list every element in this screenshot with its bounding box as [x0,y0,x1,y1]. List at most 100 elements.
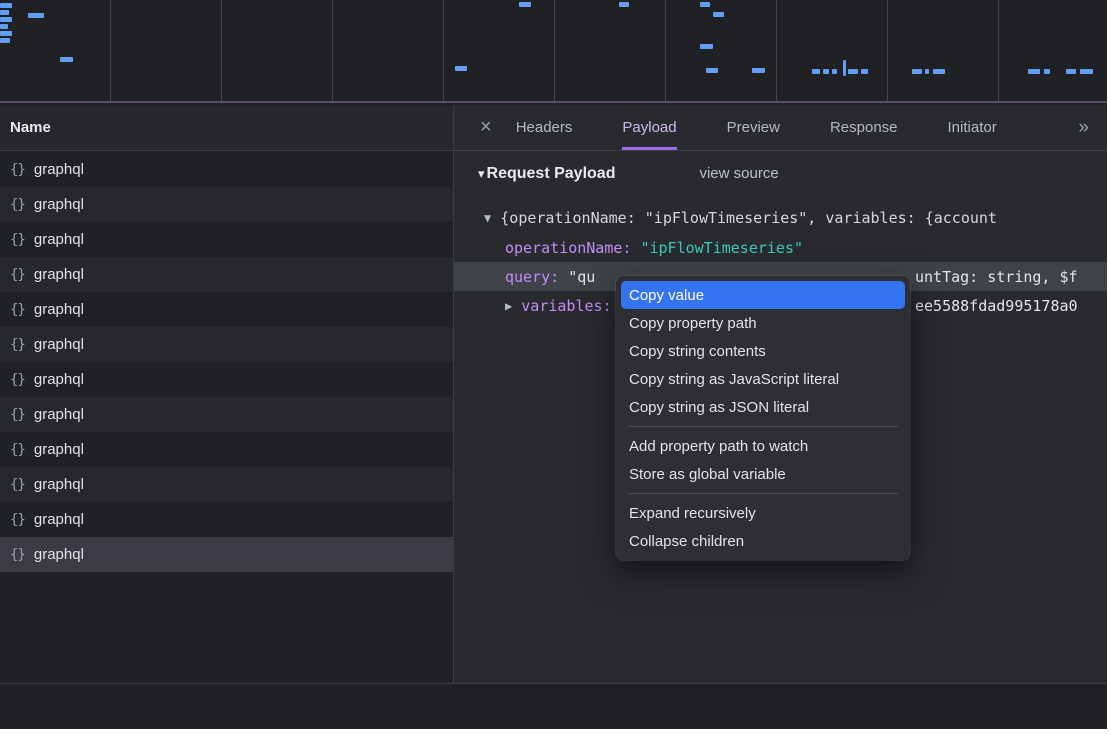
json-braces-icon: {} [10,197,25,213]
request-name: graphql [34,161,84,178]
network-footer-bar [0,683,1107,729]
timeline-request-bar [812,69,820,74]
timeline-request-bar [925,69,929,74]
menu-item-copy-string-as-json-literal[interactable]: Copy string as JSON literal [621,393,905,421]
json-braces-icon: {} [10,407,25,423]
timeline-request-bar [933,69,945,74]
request-payload-section-header[interactable]: ▾ Request Payload view source [454,159,1107,188]
request-name: graphql [34,301,84,318]
network-request-row[interactable]: {} graphql [0,362,453,397]
tab-response[interactable]: Response [830,105,898,150]
expander-closed-icon[interactable]: ▶ [505,299,512,313]
timeline-request-bar [832,69,837,74]
json-braces-icon: {} [10,162,25,178]
timeline-request-bar [1028,69,1040,74]
network-overview-timeline[interactable] [0,0,1107,103]
menu-item-copy-string-as-javascript-literal[interactable]: Copy string as JavaScript literal [621,365,905,393]
timeline-request-bar [519,2,531,7]
network-request-row[interactable]: {} graphql [0,222,453,257]
request-name: graphql [34,511,84,528]
request-name: graphql [34,546,84,563]
menu-item-add-property-path-to-watch[interactable]: Add property path to watch [621,432,905,460]
devtools-window: Name {} graphql {} graphql {} graphql {}… [0,0,1107,729]
json-braces-icon: {} [10,547,25,563]
timeline-request-bar [912,69,922,74]
json-braces-icon: {} [10,302,25,318]
network-request-row[interactable]: {} graphql [0,467,453,502]
menu-item-collapse-children[interactable]: Collapse children [621,527,905,555]
network-request-row[interactable]: {} graphql [0,432,453,467]
payload-summary-text [491,209,500,227]
json-braces-icon: {} [10,267,25,283]
timeline-request-bar [455,66,467,71]
request-name: graphql [34,196,84,213]
json-braces-icon: {} [10,477,25,493]
tab-payload[interactable]: Payload [622,105,676,150]
json-braces-icon: {} [10,337,25,353]
payload-root-row[interactable]: ▼ {operationName: "ipFlowTimeseries", va… [454,203,1107,232]
payload-operationname-row[interactable]: operationName: "ipFlowTimeseries" [454,233,1107,262]
tab-headers[interactable]: Headers [516,105,573,150]
section-title: Request Payload [487,165,616,183]
property-key: operationName: [505,239,640,257]
timeline-request-bar [0,10,9,15]
property-value-end: ee5588fdad995178a0 [915,297,1078,315]
request-name: graphql [34,266,84,283]
timeline-request-bar [706,68,718,73]
network-request-row[interactable]: {} graphql [0,502,453,537]
tab-preview[interactable]: Preview [727,105,780,150]
spacer [512,297,521,315]
expander-open-icon[interactable]: ▼ [484,211,491,225]
menu-item-store-as-global-variable[interactable]: Store as global variable [621,460,905,488]
context-menu: Copy valueCopy property pathCopy string … [616,276,910,560]
network-name-column-header[interactable]: Name [0,105,453,151]
timeline-request-bar [1066,69,1076,74]
network-request-row[interactable]: {} graphql [0,327,453,362]
timeline-request-bar [1044,69,1050,74]
property-value-end: untTag: string, $f [915,268,1078,286]
menu-item-copy-string-contents[interactable]: Copy string contents [621,337,905,365]
network-request-row[interactable]: {} graphql [0,397,453,432]
request-name: graphql [34,441,84,458]
timeline-request-bar [713,12,724,17]
menu-separator [628,426,898,427]
network-request-row[interactable]: {} graphql [0,537,453,572]
view-source-link[interactable]: view source [699,165,778,182]
network-request-row[interactable]: {} graphql [0,257,453,292]
network-request-row[interactable]: {} graphql [0,187,453,222]
timeline-request-bar [848,69,858,74]
payload-summary: {operationName: "ipFlowTimeseries", vari… [500,209,997,227]
tab-initiator[interactable]: Initiator [948,105,997,150]
timeline-request-bar [28,13,44,18]
section-expander-icon[interactable]: ▾ [478,166,485,182]
json-braces-icon: {} [10,442,25,458]
request-name: graphql [34,406,84,423]
close-icon[interactable]: × [480,105,492,150]
property-key: variables: [521,297,620,315]
more-tabs-chevron-icon[interactable]: » [1078,105,1107,150]
menu-item-copy-property-path[interactable]: Copy property path [621,309,905,337]
menu-item-copy-value[interactable]: Copy value [621,281,905,309]
timeline-request-bar [843,60,846,76]
property-key: query: [505,268,568,286]
timeline-request-bar [752,68,765,73]
timeline-request-bar [0,31,12,36]
timeline-request-bar [700,2,710,7]
network-request-list: {} graphql {} graphql {} graphql {} grap… [0,152,453,572]
timeline-request-bar [861,69,868,74]
timeline-request-bar [0,17,12,22]
timeline-request-bar [0,38,10,43]
network-request-row[interactable]: {} graphql [0,292,453,327]
property-value-start: "qu [568,268,595,286]
network-request-row[interactable]: {} graphql [0,152,453,187]
detail-tab-bar: × Headers Payload Preview Response Initiator… [454,105,1107,151]
menu-item-expand-recursively[interactable]: Expand recursively [621,499,905,527]
json-braces-icon: {} [10,372,25,388]
request-name: graphql [34,336,84,353]
request-name: graphql [34,476,84,493]
json-braces-icon: {} [10,512,25,528]
timeline-request-bar [1080,69,1093,74]
request-name: graphql [34,231,84,248]
timeline-request-bar [60,57,73,62]
json-braces-icon: {} [10,232,25,248]
